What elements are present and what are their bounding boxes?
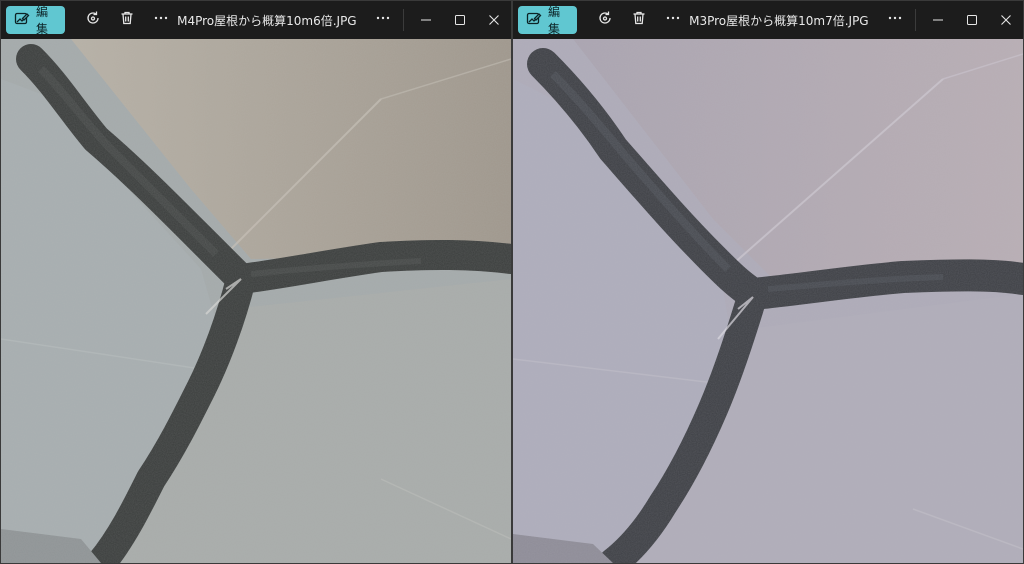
more-icon	[887, 10, 903, 30]
more-button[interactable]	[145, 6, 177, 34]
divider	[402, 9, 404, 31]
more-icon	[375, 10, 391, 30]
more-icon	[665, 10, 681, 30]
minimize-button[interactable]	[410, 1, 444, 39]
more-button[interactable]	[657, 6, 689, 34]
minimize-button[interactable]	[922, 1, 956, 39]
close-button[interactable]	[477, 1, 511, 39]
roof-crack-photo	[1, 39, 511, 563]
photo-viewers: 編集 M4Pro屋根から概算10m6倍.JPG 編集 M3Pro屋根から概算10…	[0, 0, 1024, 564]
photos-window-left: 編集 M4Pro屋根から概算10m6倍.JPG	[0, 0, 512, 564]
edit-label: 編集	[548, 5, 561, 36]
file-name: M4Pro屋根から概算10m6倍.JPG	[177, 13, 357, 28]
title-more-button[interactable]	[367, 6, 399, 34]
divider	[914, 9, 916, 31]
maximize-icon	[454, 11, 466, 30]
delete-button[interactable]	[111, 6, 143, 34]
rotate-icon	[597, 10, 613, 30]
edit-button[interactable]: 編集	[518, 5, 577, 36]
title-more-button[interactable]	[879, 6, 911, 34]
maximize-button[interactable]	[955, 1, 989, 39]
more-icon	[153, 10, 169, 30]
close-button[interactable]	[989, 1, 1023, 39]
rotate-button[interactable]	[589, 6, 621, 34]
title-bar: 編集 M4Pro屋根から概算10m6倍.JPG	[1, 1, 511, 39]
minimize-icon	[932, 11, 944, 30]
photos-window-right: 編集 M3Pro屋根から概算10m7倍.JPG	[512, 0, 1024, 564]
trash-icon	[119, 10, 135, 30]
delete-button[interactable]	[623, 6, 655, 34]
minimize-icon	[420, 11, 432, 30]
edit-label: 編集	[36, 5, 49, 36]
photo-canvas[interactable]	[513, 39, 1023, 563]
maximize-button[interactable]	[443, 1, 477, 39]
close-icon	[1000, 11, 1012, 30]
file-name: M3Pro屋根から概算10m7倍.JPG	[689, 13, 869, 28]
title-bar: 編集 M3Pro屋根から概算10m7倍.JPG	[513, 1, 1023, 39]
close-icon	[488, 11, 500, 30]
rotate-icon	[85, 10, 101, 30]
roof-crack-photo	[513, 39, 1023, 563]
rotate-button[interactable]	[77, 6, 109, 34]
image-edit-icon	[526, 11, 542, 30]
image-edit-icon	[14, 11, 30, 30]
photo-canvas[interactable]	[1, 39, 511, 563]
trash-icon	[631, 10, 647, 30]
edit-button[interactable]: 編集	[6, 5, 65, 36]
maximize-icon	[966, 11, 978, 30]
